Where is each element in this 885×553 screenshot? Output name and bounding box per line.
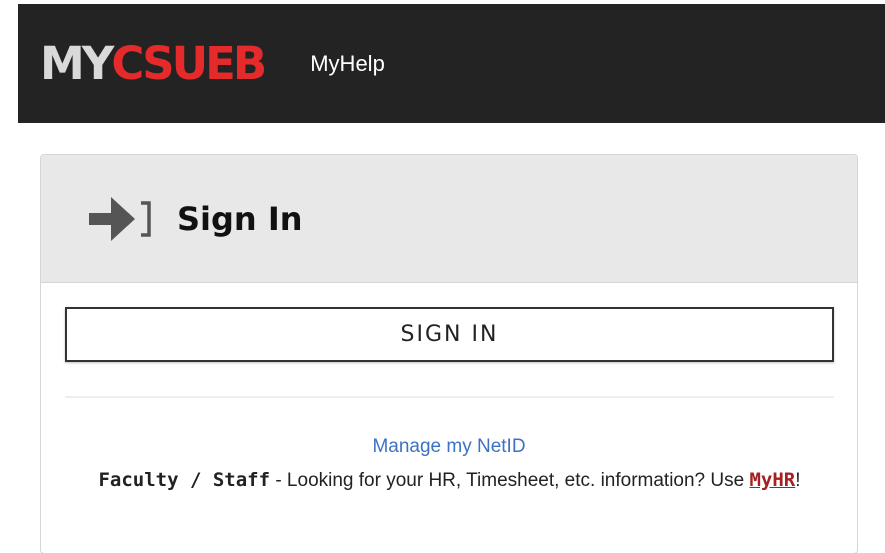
card-title: Sign In	[177, 199, 303, 238]
logo-csueb-text: CSUEB	[111, 37, 267, 90]
card-body: SIGN IN Manage my NetID Faculty / Staff …	[41, 307, 857, 496]
faculty-staff-info: Faculty / Staff - Looking for your HR, T…	[65, 465, 834, 496]
divider	[65, 396, 834, 398]
logo-my-text: MY	[40, 37, 114, 90]
manage-netid-link[interactable]: Manage my NetID	[65, 436, 833, 458]
info-text: - Looking for your HR, Timesheet, etc. i…	[270, 470, 750, 491]
faculty-staff-label: Faculty / Staff	[98, 469, 271, 491]
card-header: Sign In	[41, 155, 857, 283]
myhelp-link[interactable]: MyHelp	[310, 51, 385, 77]
sign-in-arrow-icon	[89, 196, 151, 241]
info-suffix: !	[795, 470, 801, 491]
myhr-link[interactable]: MyHR	[749, 469, 795, 491]
top-nav-bar: MY CSUEB MyHelp	[18, 4, 885, 123]
mycsueb-logo[interactable]: MY CSUEB	[40, 37, 267, 90]
sign-in-card: Sign In SIGN IN Manage my NetID Faculty …	[40, 154, 858, 553]
page: MY CSUEB MyHelp Sign In SIGN IN Manage my…	[0, 0, 885, 553]
sign-in-button[interactable]: SIGN IN	[65, 307, 834, 362]
